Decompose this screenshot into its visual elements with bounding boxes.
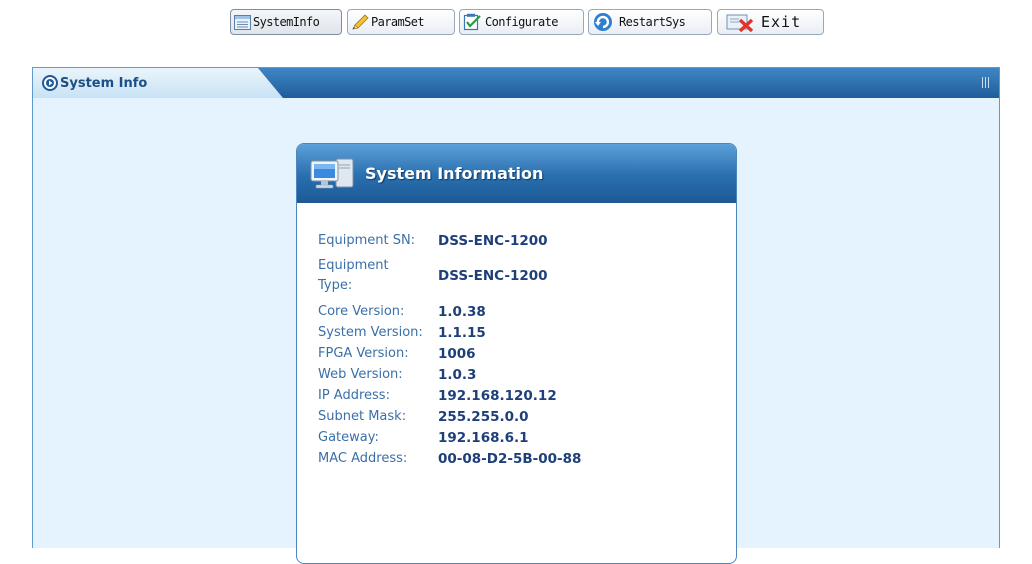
- system-information-card: System Information Equipment SN: DSS-ENC…: [296, 143, 737, 564]
- info-list: Equipment SN: DSS-ENC-1200 Equipment Typ…: [318, 230, 581, 469]
- restartsys-label: RestartSys: [619, 15, 686, 29]
- list-item: Subnet Mask: 255.255.0.0: [318, 406, 581, 427]
- systeminfo-button[interactable]: SystemInfo: [230, 9, 342, 35]
- info-label: Equipment SN:: [318, 232, 416, 248]
- pencil-icon: [352, 13, 369, 30]
- info-label: Core Version:: [318, 303, 405, 319]
- list-item: System Version: 1.1.15: [318, 322, 581, 343]
- info-label: Gateway:: [318, 429, 379, 445]
- list-item: Core Version: 1.0.38: [318, 301, 581, 322]
- list-item: Equipment Type: DSS-ENC-1200: [318, 251, 581, 301]
- exit-button[interactable]: Exit: [717, 9, 824, 35]
- configurate-label: Configurate: [485, 15, 558, 29]
- info-value: 1.0.3: [438, 366, 477, 383]
- top-toolbar: SystemInfo ParamSet Configurate RestartS…: [0, 0, 1032, 44]
- list-item: FPGA Version: 1006: [318, 343, 581, 364]
- exit-label: Exit: [761, 13, 802, 31]
- info-value: 1.0.38: [438, 303, 486, 320]
- exit-x-icon: [726, 14, 754, 32]
- panel-header: System Info: [33, 68, 999, 98]
- info-value: 192.168.120.12: [438, 387, 557, 404]
- system-info-panel: System Info System Information Equipment…: [32, 67, 1000, 564]
- card-header: System Information: [297, 144, 736, 203]
- info-label: FPGA Version:: [318, 345, 409, 361]
- list-item: Web Version: 1.0.3: [318, 364, 581, 385]
- restart-arrow-icon: [594, 13, 612, 31]
- info-value: DSS-ENC-1200: [438, 268, 548, 284]
- panel-grip-icon[interactable]: [982, 77, 989, 88]
- list-item: Equipment SN: DSS-ENC-1200: [318, 230, 581, 251]
- systeminfo-label: SystemInfo: [253, 15, 320, 29]
- info-value: 192.168.6.1: [438, 429, 529, 446]
- paramset-button[interactable]: ParamSet: [347, 9, 455, 35]
- card-title: System Information: [365, 163, 544, 183]
- restartsys-button[interactable]: RestartSys: [588, 9, 712, 35]
- info-label: IP Address:: [318, 387, 390, 403]
- list-item: IP Address: 192.168.120.12: [318, 385, 581, 406]
- info-value: DSS-ENC-1200: [438, 232, 548, 249]
- panel-title: System Info: [60, 75, 148, 91]
- info-value: 255.255.0.0: [438, 408, 529, 425]
- list-item: MAC Address: 00-08-D2-5B-00-88: [318, 448, 581, 469]
- document-list-icon: [234, 14, 251, 30]
- info-label: Web Version:: [318, 366, 403, 382]
- info-value: 1.1.15: [438, 324, 486, 341]
- tab-system-info[interactable]: System Info: [33, 68, 283, 98]
- info-label: Subnet Mask:: [318, 408, 407, 424]
- configurate-button[interactable]: Configurate: [459, 9, 584, 35]
- computer-icon: [310, 158, 354, 189]
- info-label: System Version:: [318, 324, 423, 340]
- info-value: 1006: [438, 345, 476, 362]
- info-label: MAC Address:: [318, 450, 408, 466]
- info-label: Equipment Type:: [318, 258, 389, 293]
- checklist-icon: [463, 13, 481, 31]
- info-value: 00-08-D2-5B-00-88: [438, 450, 582, 467]
- circle-arrow-icon: [42, 75, 58, 91]
- list-item: Gateway: 192.168.6.1: [318, 427, 581, 448]
- paramset-label: ParamSet: [371, 15, 425, 29]
